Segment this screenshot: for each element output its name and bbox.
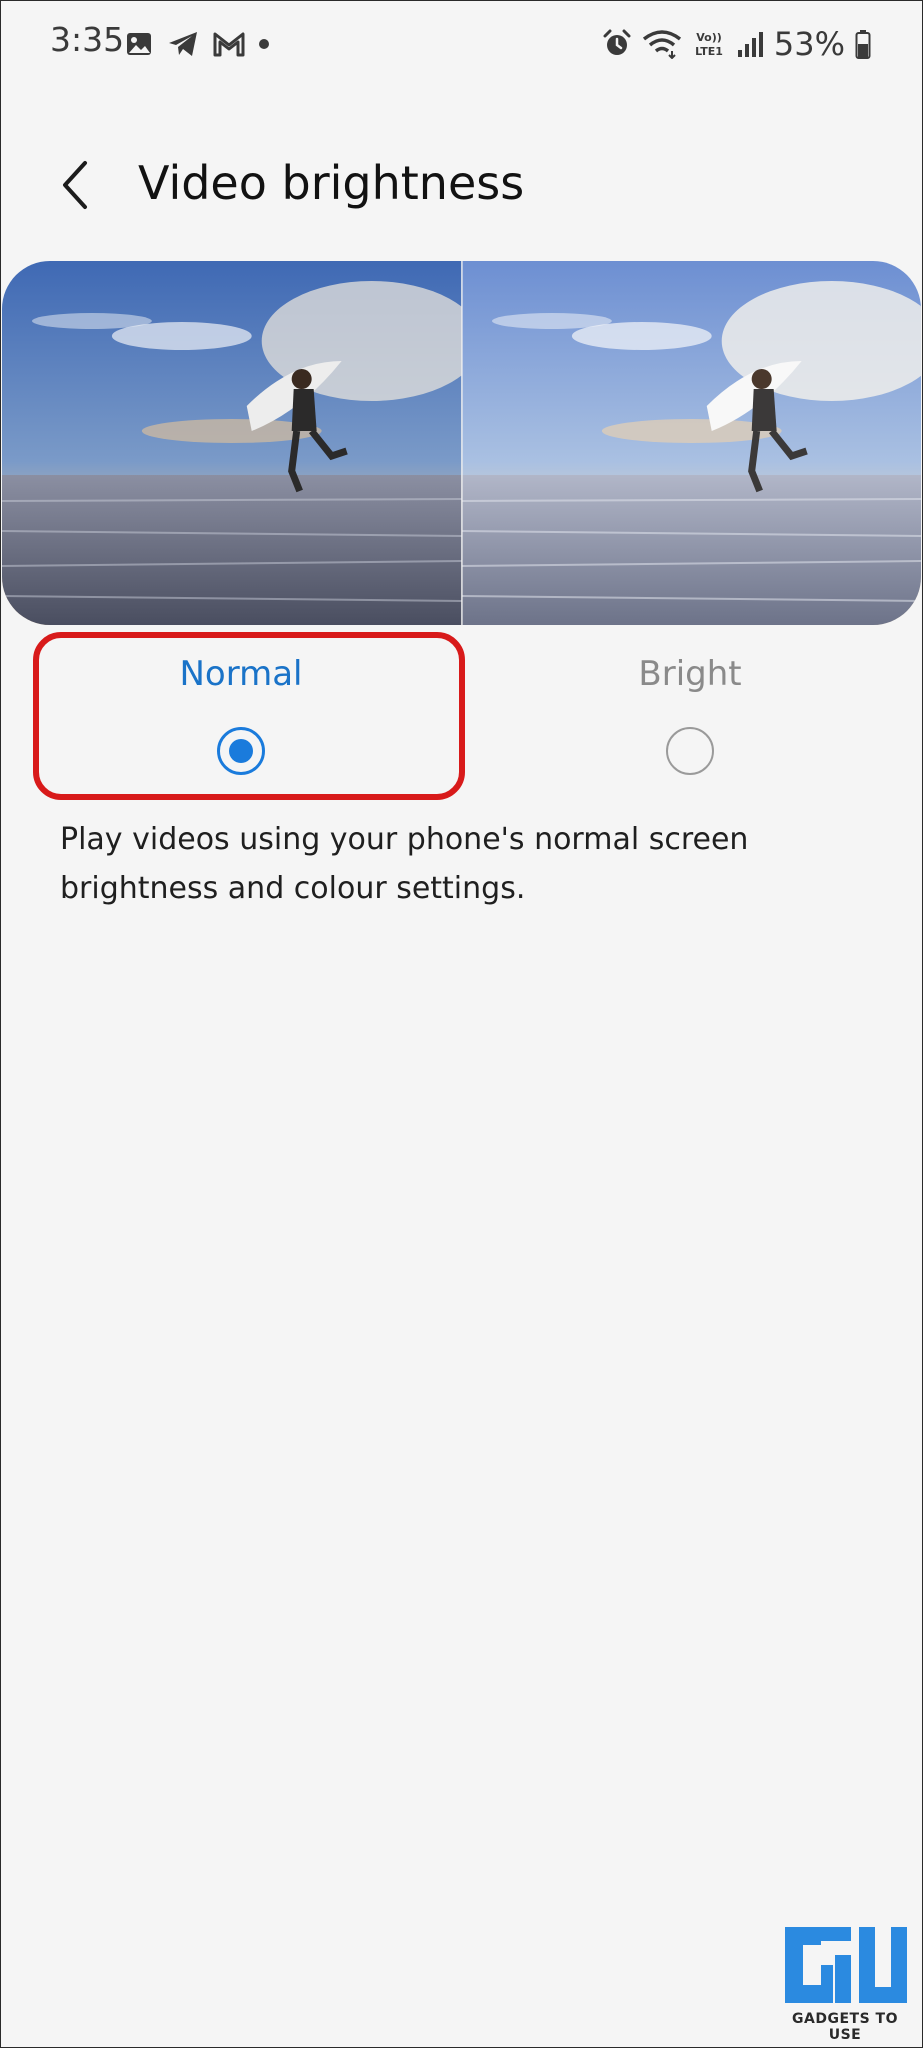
status-notification-icons: [125, 26, 269, 62]
gmail-icon: [213, 32, 245, 57]
option-bright-label: Bright: [638, 654, 742, 694]
notification-dot: [259, 39, 269, 49]
alarm-icon: [603, 29, 631, 55]
volte-lte-icon: Vo)) LTE1: [695, 31, 723, 58]
back-button[interactable]: [50, 155, 100, 215]
telegram-icon: [169, 32, 197, 56]
option-normal-label: Normal: [179, 654, 303, 694]
status-time: 3:35: [50, 20, 125, 59]
option-normal[interactable]: Normal: [21, 640, 461, 790]
preview-bright-image: [461, 261, 921, 625]
radio-normal-selected[interactable]: [217, 727, 265, 775]
option-description: Play videos using your phone's normal sc…: [60, 822, 749, 906]
brightness-preview: [2, 261, 921, 625]
preview-divider: [461, 261, 463, 625]
wifi-icon: [642, 30, 681, 59]
radio-bright[interactable]: [666, 727, 714, 775]
svg-text:LTE1: LTE1: [695, 45, 723, 58]
svg-text:Vo)): Vo)): [696, 31, 722, 44]
option-bright[interactable]: Bright: [470, 640, 910, 790]
gallery-icon: [127, 33, 151, 55]
page-title: Video brightness: [138, 156, 525, 210]
battery-percentage: 53%: [773, 25, 845, 63]
status-system-icons: Vo)) LTE1 53%: [602, 24, 871, 64]
watermark-text: GADGETS TO USE: [792, 2011, 898, 2043]
preview-normal-image: [2, 261, 462, 625]
signal-icon: [737, 32, 763, 57]
battery-icon: [855, 30, 871, 59]
chevron-left-icon: [63, 161, 87, 209]
status-bar: 3:35 Vo)) LTE1 53%: [0, 0, 923, 90]
gadgets-to-use-logo: [785, 1927, 907, 2003]
watermark: GADGETS TO USE: [775, 1925, 915, 2043]
